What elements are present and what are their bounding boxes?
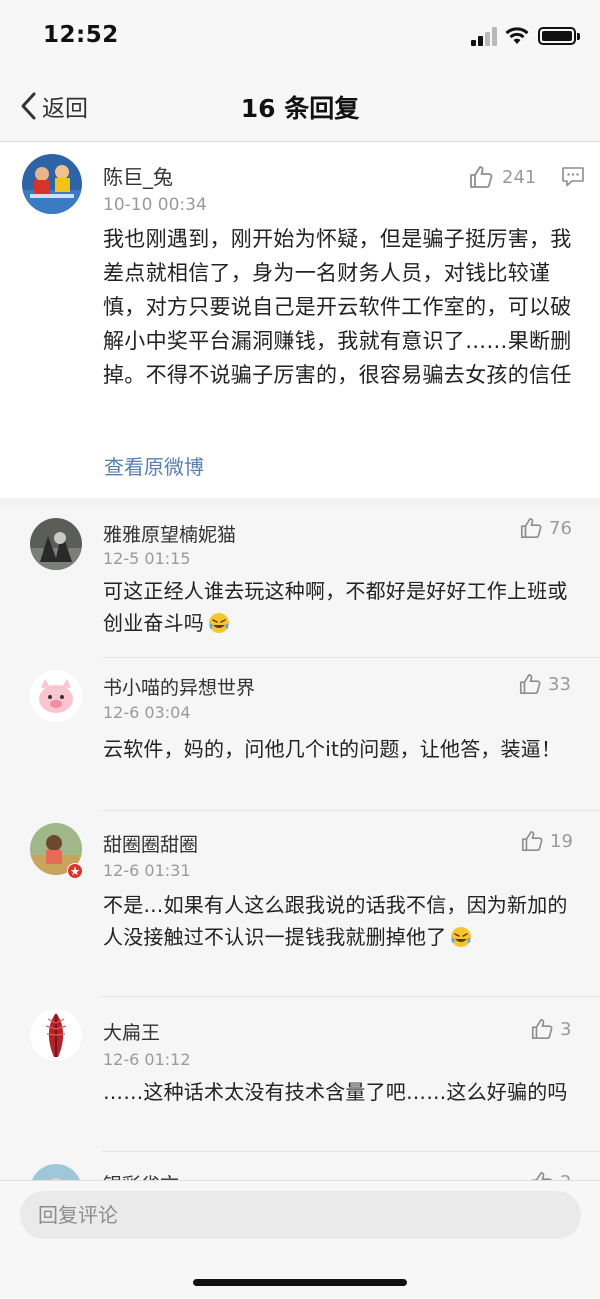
username[interactable]: 甜圈圈甜圈 [103, 830, 198, 857]
like-button[interactable]: 3 [530, 1017, 571, 1041]
thumbs-up-icon [519, 673, 541, 695]
nav-bar: 返回 16 条回复 [0, 70, 600, 142]
like-button[interactable]: 33 [518, 672, 571, 696]
status-time: 12:52 [43, 22, 119, 48]
like-count: 76 [549, 517, 572, 539]
thumbs-up-icon [470, 166, 493, 188]
username[interactable]: 大扁王 [103, 1018, 160, 1045]
signal-icon [471, 26, 499, 46]
page-title: 16 条回复 [240, 94, 360, 123]
timestamp: 10-10 00:34 [103, 195, 207, 215]
avatar[interactable] [22, 154, 82, 214]
avatar-image [22, 154, 82, 214]
like-count: 3 [560, 1018, 572, 1040]
like-count: 33 [548, 673, 571, 695]
reply-text: ……这种话术太没有技术含量了吧……这么好骗的吗 [103, 1080, 568, 1104]
comment-icon[interactable] [561, 166, 585, 188]
reply-comment-input[interactable] [20, 1191, 581, 1239]
wifi-icon [505, 27, 529, 44]
battery-icon [538, 27, 580, 45]
thumbs-up-icon [520, 517, 542, 539]
timestamp: 12-6 01:31 [103, 861, 191, 880]
list-item: 书小喵的异想世界 12-6 03:04 33 云软件，妈的，问他几个it的问题，… [0, 658, 600, 811]
thumbs-up-icon [521, 830, 543, 852]
thumbs-up-icon [531, 1018, 553, 1040]
like-button[interactable]: 76 [519, 516, 572, 540]
section-divider [0, 498, 600, 506]
reply-text: 不是…如果有人这么跟我说的话我不信，因为新加的人没接触过不认识一提钱我就删掉他了 [103, 889, 573, 953]
avatar-image [30, 518, 82, 570]
username[interactable]: 陈巨_兔 [103, 161, 173, 190]
list-item: 大扁王 12-6 01:12 3 ……这种话术太没有技术含量了吧……这么好骗的吗 [0, 997, 600, 1152]
avatar[interactable] [30, 670, 82, 722]
status-bar: 12:52 [0, 0, 600, 70]
reply-text-body: 可这正经人谁去玩这种啊，不都好是好好工作上班或创业奋斗吗 [103, 579, 568, 635]
comment-text: 我也刚遇到，刚开始为怀疑，但是骗子挺厉害，我差点就相信了，身为一名财务人员，对钱… [103, 227, 572, 387]
home-indicator [193, 1279, 407, 1286]
reply-text: 可这正经人谁去玩这种啊，不都好是好好工作上班或创业奋斗吗 [103, 575, 573, 639]
list-item: 甜圈圈甜圈 12-6 01:31 19 不是…如果有人这么跟我说的话我不信，因为… [0, 811, 600, 997]
like-count: 241 [502, 166, 537, 188]
timestamp: 12-5 01:15 [103, 549, 191, 568]
verified-badge-icon [67, 863, 83, 879]
reply-text: 云软件，妈的，问他几个it的问题，让他答，装逼！ [103, 737, 562, 761]
original-comment: 陈巨_兔 10-10 00:34 241 我也刚遇到，刚开始为怀疑，但是骗子挺厉… [0, 142, 600, 498]
list-item: 雅雅原望楠妮猫 12-5 01:15 76 可这正经人谁去玩这种啊，不都好是好好… [0, 506, 600, 658]
reply-list: 雅雅原望楠妮猫 12-5 01:15 76 可这正经人谁去玩这种啊，不都好是好好… [0, 506, 600, 1186]
view-original-link[interactable]: 查看原微博 [104, 451, 204, 480]
top-bar: 12:52 返回 16 条回复 [0, 0, 600, 142]
username[interactable]: 书小喵的异想世界 [103, 673, 255, 700]
like-count: 19 [550, 830, 573, 852]
laugh-cry-emoji-icon [209, 613, 229, 633]
like-button[interactable]: 241 [468, 164, 536, 190]
timestamp: 12-6 01:12 [103, 1050, 191, 1069]
bottom-bar [0, 1180, 600, 1299]
like-button[interactable]: 19 [520, 829, 573, 853]
laugh-cry-emoji-icon [451, 927, 472, 947]
timestamp: 12-6 03:04 [103, 703, 191, 722]
avatar-image [30, 670, 82, 722]
reply-text-body: 不是…如果有人这么跟我说的话我不信，因为新加的人没接触过不认识一提钱我就删掉他了 [103, 893, 568, 949]
avatar[interactable] [30, 1009, 82, 1061]
avatar[interactable] [30, 518, 82, 570]
avatar-image [30, 1009, 82, 1061]
username[interactable]: 雅雅原望楠妮猫 [103, 520, 236, 547]
